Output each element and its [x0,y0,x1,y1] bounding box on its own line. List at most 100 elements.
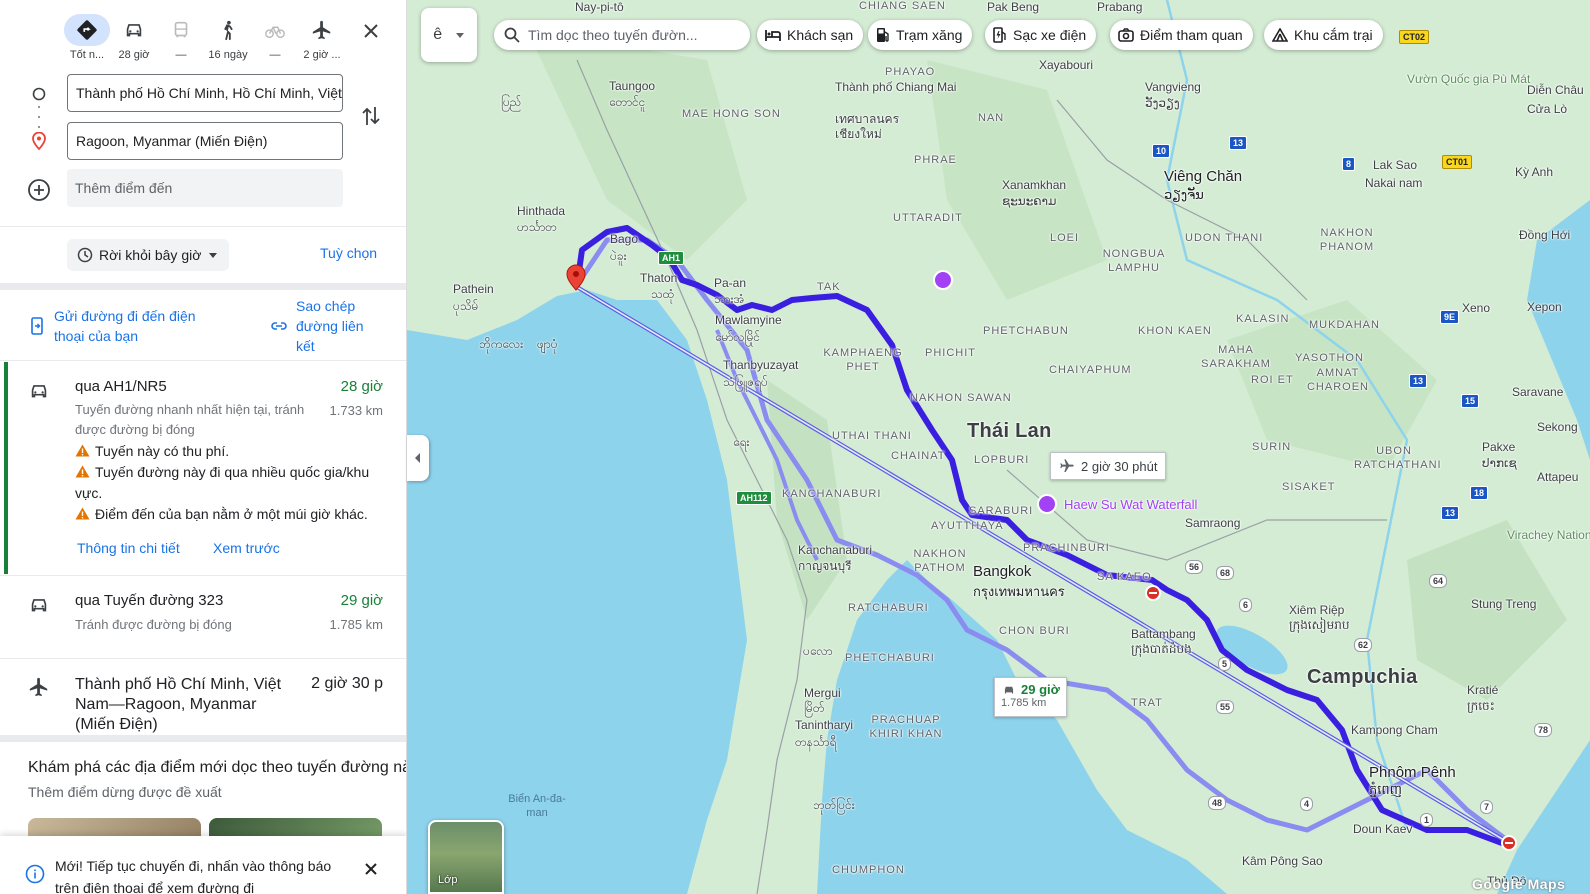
town-label: ပဲခူး [610,249,627,263]
layers-toggle-button[interactable]: Lớp [428,820,504,894]
origin-input[interactable]: Thành phố Hồ Chí Minh, Hồ Chí Minh, Việt… [67,74,343,112]
town-label: တောင်ငူ [609,95,646,109]
map-attribution: Google Maps [1472,876,1566,892]
province-label: NAN [978,112,1005,124]
route-description: Tuyến đường nhanh nhất hiện tại, tránh đ… [75,402,305,437]
alt-route-callout[interactable]: 29 giờ 1.785 km [994,677,1067,717]
route-details-link[interactable]: Thông tin chi tiết [77,540,180,556]
highway-shield: 10 [1152,144,1171,158]
swap-waypoints-button[interactable] [358,103,384,129]
chip-ev-charging[interactable]: Sạc xe điện [985,20,1097,50]
warning-text: Điểm đến của bạn nằm ở một múi giờ khác. [95,506,368,522]
chip-attractions[interactable]: Điểm tham quan [1110,20,1253,50]
toast-close-button[interactable] [360,858,382,880]
route-option-2[interactable]: qua Tuyến đường 323 29 giờ 1.785 km Trán… [0,576,406,658]
town-label: ក្រុងសៀមរាប [1289,618,1350,632]
map-toolbar: ê Tìm dọc theo tuyến đườn... Khách sạn T… [421,8,1581,62]
poi-label[interactable]: Haew Su Wat Waterfall [1064,497,1197,512]
province-label: TRAT [1131,697,1163,709]
highway-shield: 1 [1420,813,1434,827]
town-label: ဟင်္သာတ [517,220,557,234]
city-label: กรุงเทพมหานคร [973,584,1065,599]
highway-shield: 56 [1185,560,1204,574]
province-label: TAK [817,281,841,293]
map-layers-dropdown[interactable]: ê [421,8,477,62]
town-label: Kratié [1467,683,1499,697]
options-link[interactable]: Tuỳ chọn [320,245,377,261]
car-icon [1004,686,1014,693]
province-label: KAMPHAENG PHET [823,347,903,373]
province-label: KALASIN [1236,313,1290,325]
town-label: သံဖြူဇရပ် [723,375,768,389]
chip-hotels[interactable]: Khách sạn [757,20,864,50]
mode-transit[interactable]: — [156,14,206,61]
section-band [0,735,406,742]
town-label: တနင်္သာရီ [795,735,837,749]
chip-gas-stations[interactable]: Trạm xăng [868,20,973,50]
destination-input[interactable]: Ragoon, Myanmar (Miến Điện) [67,122,343,160]
tent-icon [1272,28,1288,42]
mode-walk[interactable]: 16 ngày [203,14,253,61]
province-label: CHAINAT [891,450,946,462]
province-label: SURIN [1252,441,1292,453]
province-label: PHICHIT [925,347,976,359]
route-description: Tránh được đường bị đóng [75,617,232,632]
highway-shield: 13 [1441,506,1460,520]
close-directions-button[interactable] [358,18,384,44]
add-destination-icon[interactable] [27,178,51,202]
divider [0,360,406,361]
airplane-icon [29,677,48,697]
search-icon [504,27,520,43]
highway-shield: 7 [1480,800,1494,814]
chip-campgrounds[interactable]: Khu cắm trại [1264,20,1383,50]
province-label: PHETCHABUN [983,325,1069,337]
highway-shield: 8 [1342,157,1356,171]
warning-toll: Tuyến này có thu phí. [75,441,385,462]
town-label: Diễn Châu [1527,83,1584,97]
town-label: กาญจนบุรี [798,559,852,573]
gas-pump-icon [877,28,889,42]
clock-icon [77,247,93,263]
town-label: Saravane [1512,385,1564,399]
province-label: ROI ET [1251,374,1294,386]
highway-shield: CT01 [1442,155,1473,169]
map-canvas[interactable]: Thái Lan Campuchia Bangkok กรุงเทพมหานคร… [407,0,1590,894]
town-label: Xepon [1527,300,1562,314]
country-label: Thái Lan [967,420,1052,442]
warning-countries: Tuyến đường này đi qua nhiều quốc gia/kh… [75,462,385,504]
province-label: LOPBURI [974,454,1030,466]
sea-label: Biển An-đa-man [508,793,566,819]
copy-link-button[interactable]: Sao chép đường liên kết [270,296,380,356]
add-destination-field[interactable]: Thêm điểm đến [67,169,343,207]
flight-duration-callout[interactable]: 2 giờ 30 phút [1050,452,1167,480]
flight-option[interactable]: Thành phố Hồ Chí Minh, Việt Nam—Ragoon, … [0,659,406,735]
search-placeholder: Tìm dọc theo tuyến đườn... [528,27,698,43]
toast-message: Mới! Tiếp tục chuyến đi, nhấn vào thông … [55,858,332,874]
province-label: SA KAEO [1097,571,1152,583]
mode-flight[interactable]: 2 giờ ... [297,14,347,61]
town-label: Pa-an [714,276,747,290]
route-preview-link[interactable]: Xem trước [213,540,280,556]
collapse-panel-button[interactable] [407,435,429,481]
province-label: KANCHANABURI [782,488,882,500]
province-label: NONGBUA LAMPHU [1102,248,1166,274]
highway-shield: 78 [1534,723,1553,737]
chip-label: Khách sạn [787,27,854,43]
mode-car[interactable]: 28 giờ [109,14,159,61]
province-label: UTHAI THANI [832,430,912,442]
province-label: MAE HONG SON [682,108,781,120]
route-name: qua Tuyến đường 323 [75,592,224,609]
camera-icon [1118,28,1134,42]
depart-time-dropdown[interactable]: Rời khỏi bây giờ [67,239,230,271]
search-along-route-input[interactable]: Tìm dọc theo tuyến đườn... [494,20,750,50]
close-icon [364,24,378,38]
chip-label: Điểm tham quan [1140,27,1243,43]
town-label: သထုံ [651,287,675,301]
mode-best[interactable]: Tốt n... [62,14,112,61]
town-label: ဘားအံ [714,292,745,306]
town-label: Xanamkhan [1002,178,1067,192]
province-label: PHRAE [914,154,957,166]
send-to-phone-link[interactable]: Gửi đường đi đến điện thoại của bạn [30,306,220,346]
town-label: เชียงใหม่ [835,127,882,141]
mode-bike[interactable]: — [250,14,300,61]
